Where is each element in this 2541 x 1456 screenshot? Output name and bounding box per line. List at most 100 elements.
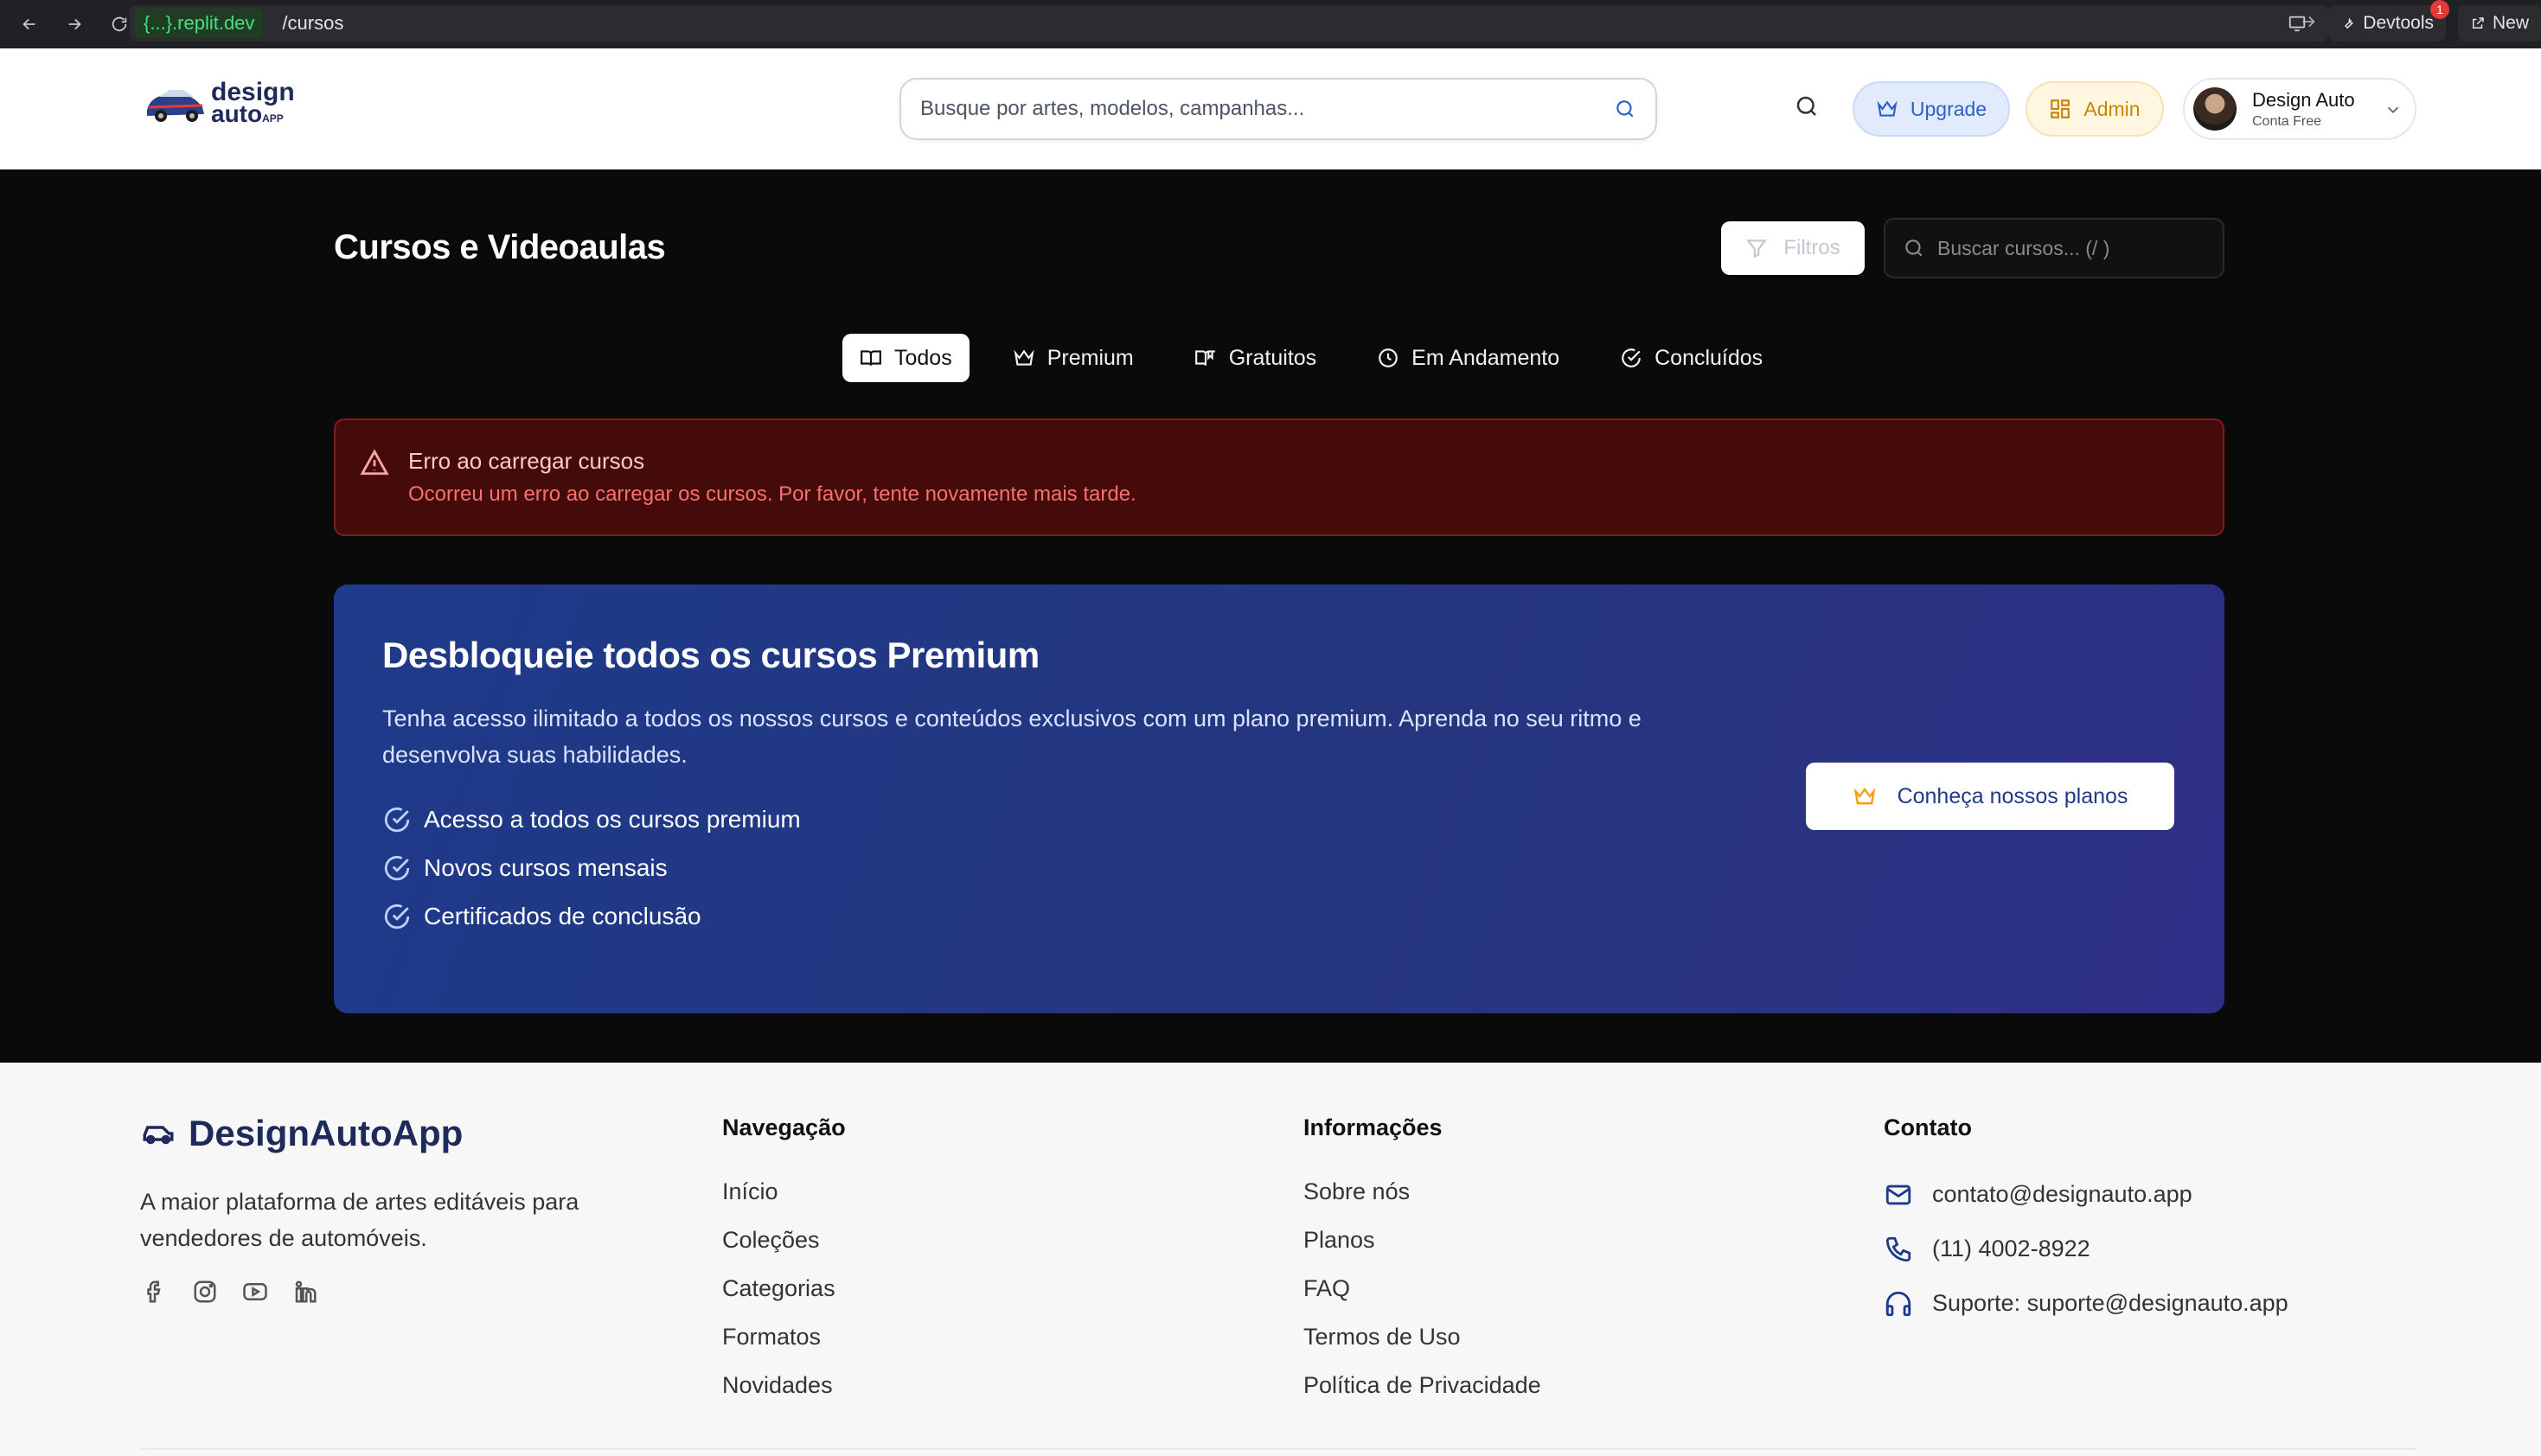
check-circle-icon — [382, 902, 412, 931]
search-icon — [1903, 237, 1925, 259]
social-links — [142, 1279, 318, 1305]
avatar — [2193, 87, 2237, 131]
contact-email[interactable]: contato@designauto.app — [1884, 1167, 2288, 1222]
footer-contact-column: Contato contato@designauto.app (11) 4002… — [1884, 1114, 2288, 1331]
promo-description: Tenha acesso ilimitado a todos os nossos… — [382, 706, 1642, 768]
course-search-input[interactable]: Buscar cursos... (/ ) — [1884, 218, 2224, 278]
footer-link[interactable]: Categorias — [722, 1264, 846, 1312]
car-logo-icon — [147, 90, 204, 122]
benefit-item: Acesso a todos os cursos premium — [382, 795, 801, 844]
tab-gratuitos[interactable]: Gratuitos — [1177, 334, 1334, 382]
premium-promo: Desbloqueie todos os cursos Premium Tenh… — [334, 584, 2224, 1013]
contact-support-text: Suporte: suporte@designauto.app — [1932, 1290, 2288, 1316]
global-search-input[interactable]: Busque por artes, modelos, campanhas... — [920, 97, 1614, 121]
linkedin-icon[interactable] — [292, 1279, 318, 1305]
footer-link[interactable]: Formatos — [722, 1312, 846, 1361]
tab-premium[interactable]: Premium — [995, 334, 1151, 382]
site-footer: DesignAutoApp A maior plataforma de arte… — [0, 1063, 2541, 1456]
grid-icon — [2049, 98, 2071, 120]
new-tab-button[interactable]: New — [2457, 5, 2541, 42]
url-path: /cursos — [282, 12, 344, 34]
admin-label: Admin — [2083, 97, 2141, 120]
footer-link[interactable]: Sobre nós — [1303, 1167, 1541, 1216]
contact-support[interactable]: Suporte: suporte@designauto.app — [1884, 1276, 2288, 1331]
contact-phone[interactable]: (11) 4002-8922 — [1884, 1222, 2288, 1276]
error-alert: Erro ao carregar cursos Ocorreu um erro … — [334, 418, 2224, 536]
back-icon[interactable] — [10, 5, 48, 43]
forward-icon[interactable] — [55, 5, 93, 43]
screen-icon[interactable] — [2278, 4, 2316, 42]
error-title: Erro ao carregar cursos — [408, 448, 645, 474]
footer-link[interactable]: Início — [722, 1167, 846, 1216]
logo[interactable]: design autoAPP — [144, 80, 295, 127]
search-icon[interactable] — [1614, 98, 1636, 120]
car-icon — [140, 1115, 176, 1152]
filters-button[interactable]: Filtros — [1721, 221, 1865, 275]
user-plan: Conta Free — [2252, 113, 2322, 129]
tab-label: Concluídos — [1655, 345, 1763, 370]
footer-link[interactable]: Planos — [1303, 1216, 1541, 1264]
benefit-text: Novos cursos mensais — [424, 854, 668, 881]
footer-link[interactable]: Novidades — [722, 1361, 846, 1409]
promo-title: Desbloqueie todos os cursos Premium — [382, 635, 1040, 675]
address-bar[interactable]: {...}.replit.dev /cursos — [130, 5, 2328, 42]
course-search-placeholder: Buscar cursos... (/ ) — [1937, 236, 2110, 259]
plans-button[interactable]: Conheça nossos planos — [1806, 763, 2174, 830]
footer-link[interactable]: Termos de Uso — [1303, 1312, 1541, 1361]
crown-icon — [1853, 784, 1877, 808]
filters-label: Filtros — [1783, 236, 1840, 259]
footer-link[interactable]: FAQ — [1303, 1264, 1541, 1312]
site-header: design autoAPP Busque por artes, modelos… — [0, 48, 2541, 169]
admin-button[interactable]: Admin — [2026, 81, 2164, 137]
page-title: Cursos e Videoaulas — [334, 228, 666, 266]
new-label: New — [2492, 13, 2529, 33]
user-menu-button[interactable]: Design Auto Conta Free — [2183, 78, 2416, 140]
logo-line2: auto — [211, 99, 263, 127]
footer-contact-title: Contato — [1884, 1114, 1972, 1140]
tab-todos[interactable]: Todos — [842, 334, 970, 382]
phone-icon — [1884, 1235, 1913, 1264]
error-message: Ocorreu um erro ao carregar os cursos. P… — [408, 482, 1136, 506]
tab-concluidos[interactable]: Concluídos — [1603, 334, 1780, 382]
benefit-list: Acesso a todos os cursos premium Novos c… — [382, 795, 801, 941]
filter-icon — [1745, 237, 1768, 259]
tab-label: Premium — [1046, 345, 1134, 370]
header-search-icon[interactable] — [1794, 93, 1820, 119]
footer-brand[interactable]: DesignAutoApp — [140, 1113, 463, 1154]
youtube-icon[interactable] — [242, 1279, 268, 1305]
facebook-icon[interactable] — [142, 1279, 168, 1305]
tab-label: Gratuitos — [1228, 345, 1317, 370]
crown-icon — [1013, 347, 1035, 369]
crown-icon — [1876, 98, 1898, 120]
instagram-icon[interactable] — [192, 1279, 218, 1305]
plans-label: Conheça nossos planos — [1897, 783, 2128, 808]
footer-tagline: A maior plataforma de artes editáveis pa… — [140, 1189, 579, 1251]
url-host: {...}.replit.dev — [135, 9, 264, 38]
benefit-text: Acesso a todos os cursos premium — [424, 806, 801, 833]
tab-label: Em Andamento — [1411, 345, 1560, 370]
benefit-item: Novos cursos mensais — [382, 844, 801, 892]
footer-link[interactable]: Coleções — [722, 1216, 846, 1264]
main-content: Cursos e Videoaulas Filtros Buscar curso… — [0, 169, 2541, 1063]
book-open-icon — [860, 347, 882, 369]
check-circle-icon — [382, 853, 412, 883]
book-icon — [1194, 347, 1217, 369]
headphones-icon — [1884, 1289, 1913, 1319]
devtools-button[interactable]: Devtools 1 — [2328, 0, 2449, 42]
tab-label: Todos — [894, 345, 952, 370]
upgrade-button[interactable]: Upgrade — [1853, 81, 2010, 137]
user-name: Design Auto — [2252, 88, 2355, 111]
footer-brand-name: DesignAutoApp — [189, 1113, 464, 1153]
mail-icon — [1884, 1180, 1913, 1210]
footer-nav-column: Navegação Início Coleções Categorias For… — [722, 1114, 846, 1409]
wrench-icon — [2340, 16, 2356, 31]
footer-link[interactable]: Política de Privacidade — [1303, 1361, 1541, 1409]
tab-em-andamento[interactable]: Em Andamento — [1360, 334, 1577, 382]
footer-nav-title: Navegação — [722, 1114, 846, 1140]
external-link-icon — [2470, 16, 2486, 31]
upgrade-label: Upgrade — [1910, 97, 1987, 120]
global-search[interactable]: Busque por artes, modelos, campanhas... — [899, 78, 1657, 140]
check-circle-icon — [1620, 347, 1642, 369]
check-circle-icon — [382, 805, 412, 834]
footer-info-column: Informações Sobre nós Planos FAQ Termos … — [1303, 1114, 1541, 1409]
